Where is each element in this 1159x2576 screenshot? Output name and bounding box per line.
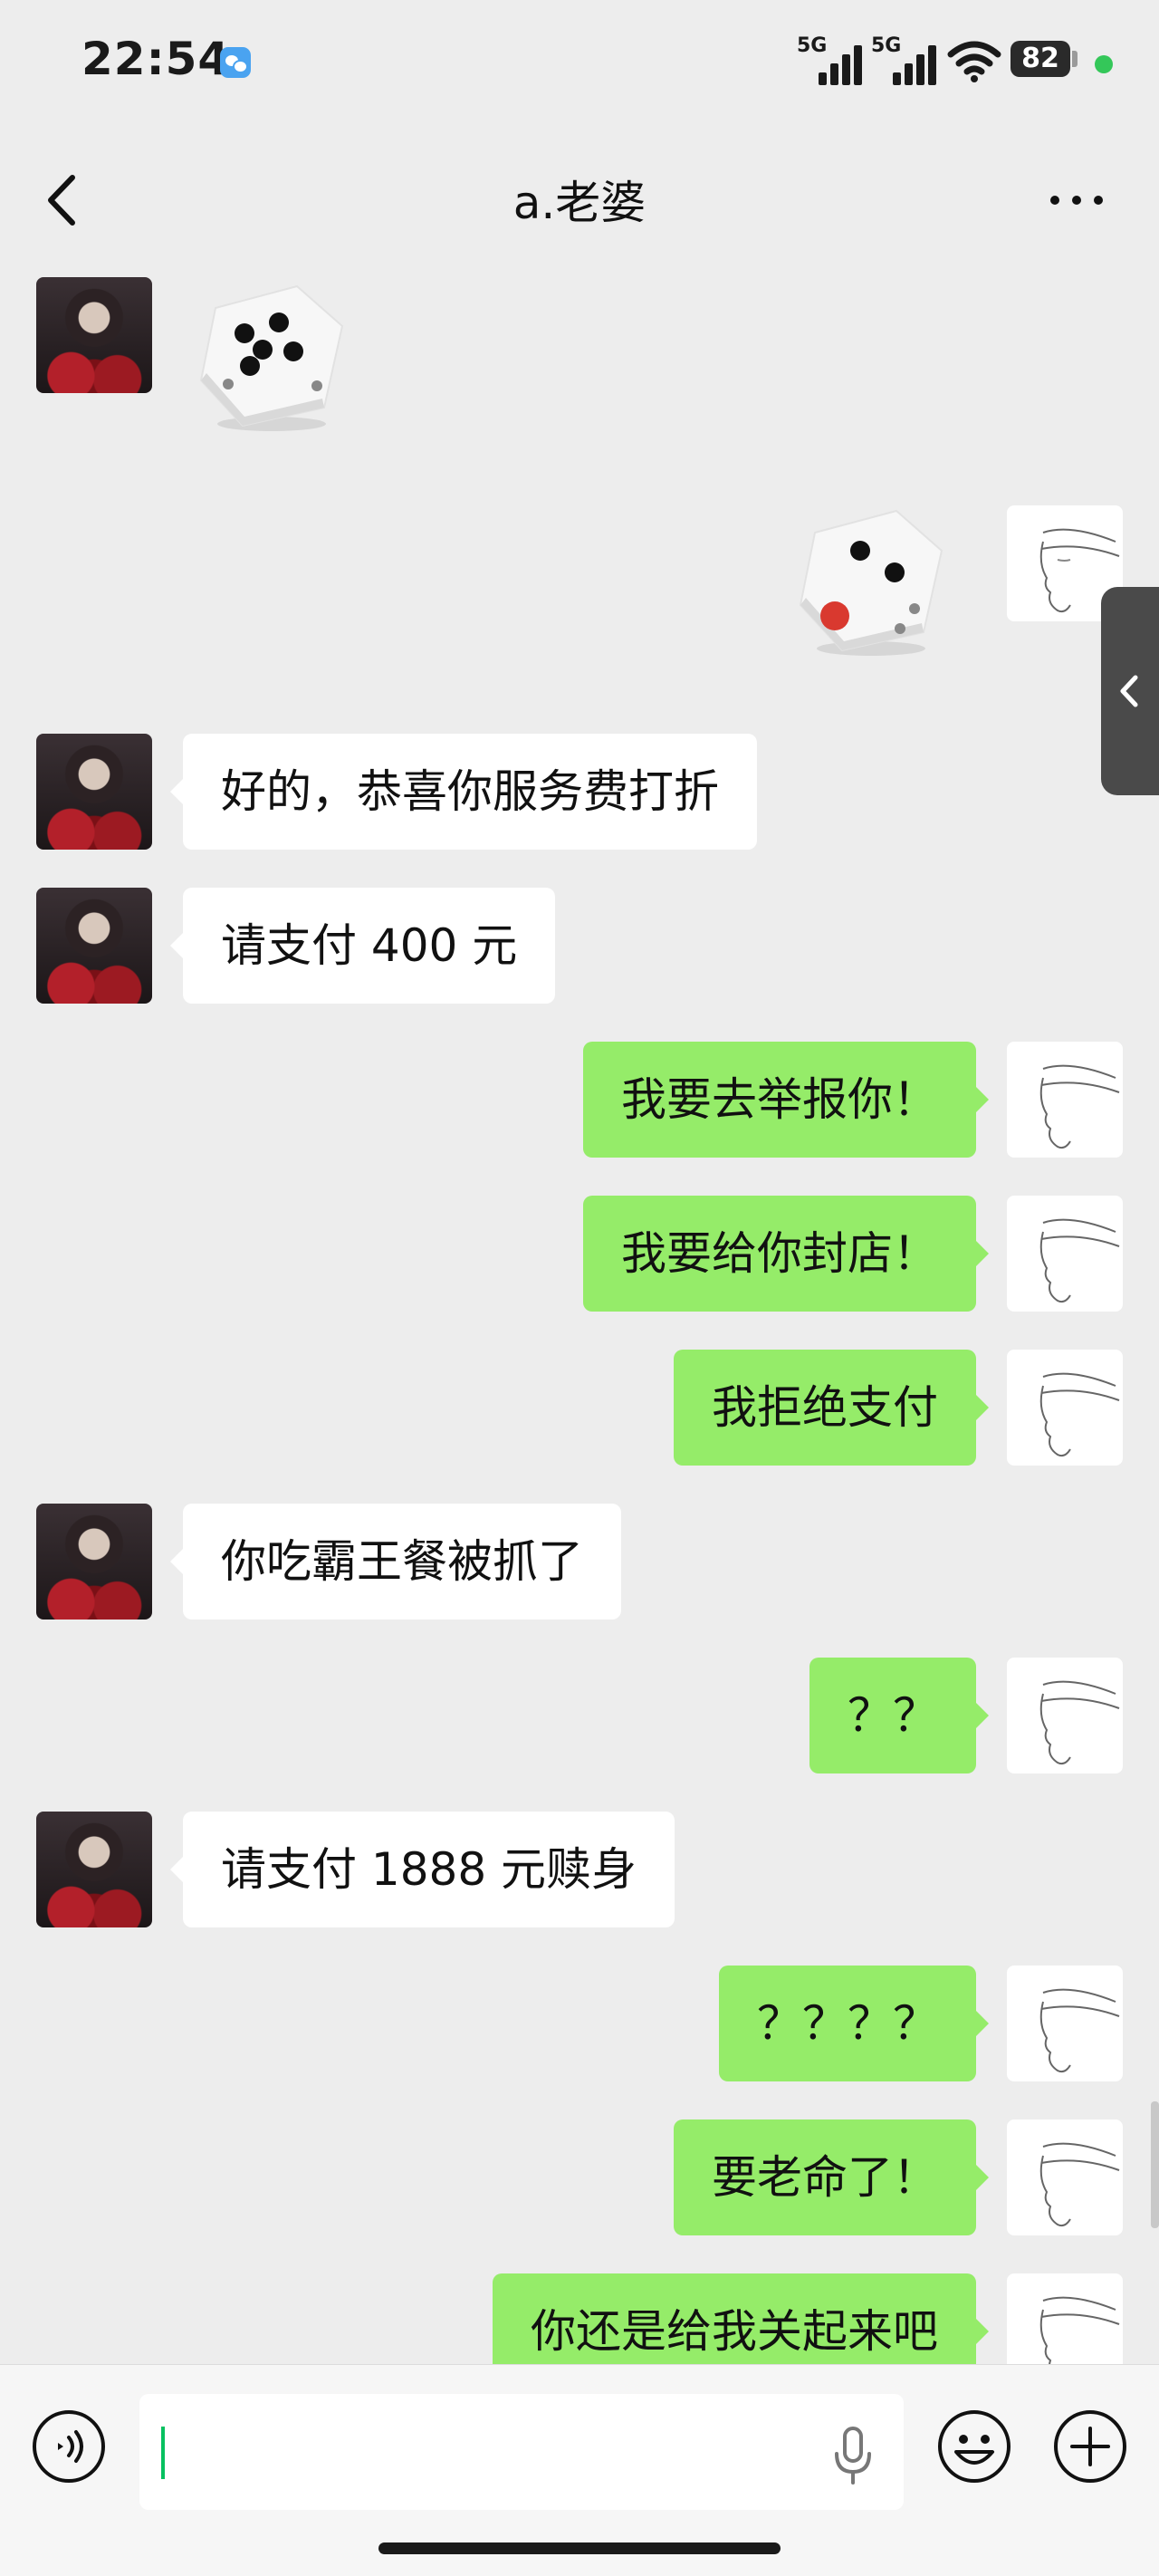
avatar-self[interactable] bbox=[1007, 1350, 1123, 1466]
sketch-face-icon bbox=[1039, 1372, 1120, 1457]
message-bubble-outgoing[interactable]: ？？ bbox=[809, 1658, 989, 1773]
message-bubble-incoming[interactable]: 好的，恭喜你服务费打折 bbox=[170, 734, 757, 850]
chat-screen: 22:54 5G 5G 82 a.老婆 好的，恭喜你服务费打折 请支付 400 … bbox=[0, 0, 1159, 2576]
sketch-face-icon bbox=[1039, 1064, 1120, 1149]
sketch-face-icon bbox=[1039, 2296, 1120, 2364]
side-panel-tab[interactable] bbox=[1101, 587, 1159, 795]
emoji-icon[interactable] bbox=[936, 2408, 1012, 2485]
status-time: 22:54 bbox=[81, 33, 231, 85]
message-bubble-outgoing[interactable]: 要老命了！ bbox=[674, 2119, 989, 2235]
message-bubble-outgoing[interactable]: ？？？？ bbox=[719, 1966, 989, 2081]
status-bar: 22:54 5G 5G 82 bbox=[0, 0, 1159, 136]
voice-icon[interactable] bbox=[31, 2408, 107, 2485]
avatar-contact[interactable] bbox=[36, 734, 152, 850]
home-indicator[interactable] bbox=[378, 2542, 781, 2554]
avatar-self[interactable] bbox=[1007, 2273, 1123, 2364]
dice-three-icon bbox=[799, 509, 943, 656]
message-bubble-incoming[interactable]: 请支付 1888 元赎身 bbox=[169, 1812, 675, 1927]
message-bubble-incoming[interactable]: 请支付 400 元 bbox=[169, 888, 556, 1004]
message-bubble-incoming[interactable]: 你吃霸王餐被抓了 bbox=[170, 1504, 621, 1620]
nav-bar: a.老婆 bbox=[0, 145, 1159, 254]
wechat-notification-icon bbox=[220, 47, 251, 78]
avatar-contact[interactable] bbox=[36, 888, 152, 1004]
privacy-indicator-dot bbox=[1095, 55, 1113, 73]
avatar-contact[interactable] bbox=[36, 1504, 152, 1620]
avatar-self[interactable] bbox=[1007, 1196, 1123, 1312]
scrollbar[interactable] bbox=[1151, 2101, 1159, 2228]
avatar-self[interactable] bbox=[1007, 2119, 1123, 2235]
battery-tip bbox=[1072, 51, 1078, 67]
sketch-face-icon bbox=[1039, 1680, 1120, 1765]
sketch-face-icon bbox=[1039, 2142, 1120, 2227]
avatar-self[interactable] bbox=[1007, 1042, 1123, 1158]
message-bubble-outgoing[interactable]: 我要给你封店！ bbox=[583, 1196, 989, 1312]
microphone-icon[interactable] bbox=[826, 2423, 880, 2486]
text-cursor bbox=[161, 2427, 165, 2479]
wifi-icon bbox=[947, 41, 1001, 82]
chat-title: a.老婆 bbox=[512, 177, 647, 229]
message-bubble-outgoing[interactable]: 我拒绝支付 bbox=[674, 1350, 989, 1466]
avatar-self[interactable] bbox=[1007, 1966, 1123, 2081]
chevron-left-icon bbox=[1120, 675, 1138, 707]
dice-five-icon bbox=[199, 284, 344, 431]
battery-indicator: 82 bbox=[1011, 41, 1070, 77]
plus-icon[interactable] bbox=[1052, 2408, 1128, 2485]
message-bubble-outgoing[interactable]: 你还是给我关起来吧 bbox=[493, 2273, 989, 2364]
message-input[interactable] bbox=[139, 2394, 904, 2510]
avatar-contact[interactable] bbox=[36, 1812, 152, 1927]
message-list[interactable]: 好的，恭喜你服务费打折 请支付 400 元 我要去举报你！ 我要给你封店！ 我拒… bbox=[0, 254, 1159, 2364]
ellipsis-icon[interactable] bbox=[1041, 178, 1114, 223]
avatar-contact[interactable] bbox=[36, 277, 152, 393]
sketch-face-icon bbox=[1039, 1988, 1120, 2073]
avatar-self[interactable] bbox=[1007, 1658, 1123, 1773]
message-bubble-outgoing[interactable]: 我要去举报你！ bbox=[583, 1042, 989, 1158]
sketch-face-icon bbox=[1039, 1218, 1120, 1303]
